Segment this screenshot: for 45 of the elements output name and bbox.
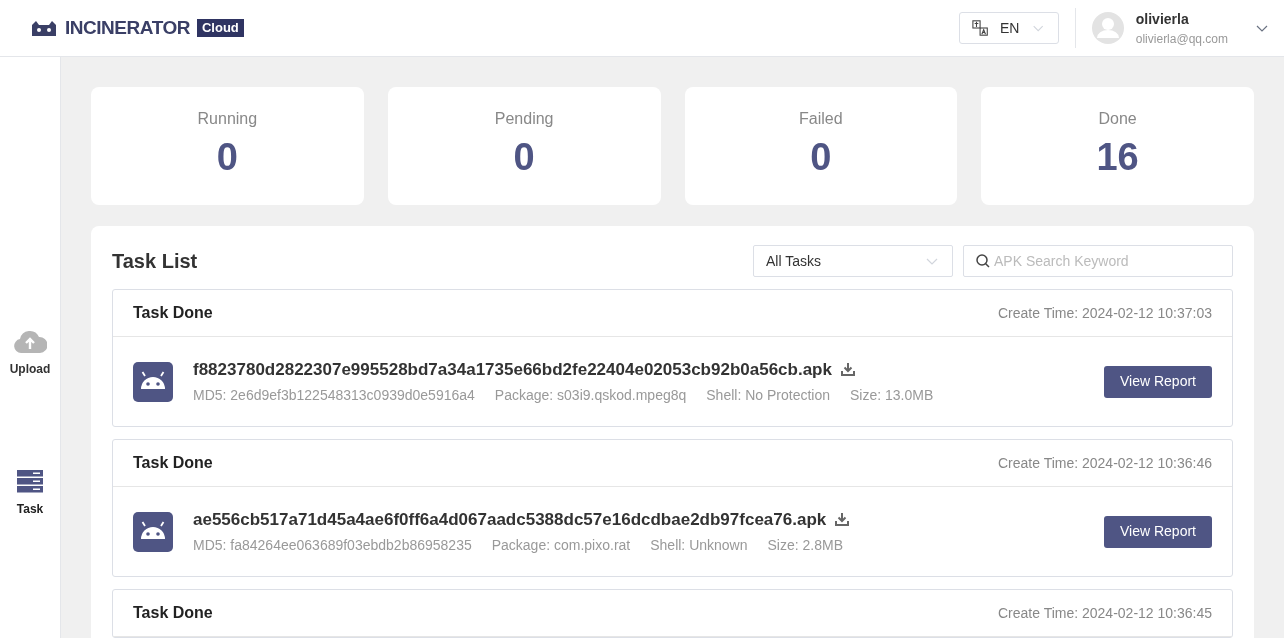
sidebar-item[interactable]: Task	[16, 470, 44, 518]
cloud-upload-icon	[13, 330, 47, 354]
panel-title: Task List	[112, 249, 198, 274]
android-icon	[133, 361, 173, 402]
md5-text: MD5: 2e6d9ef3b122548313c0939d0e5916a4	[193, 386, 475, 406]
search-field[interactable]: APK Search Keyword	[963, 245, 1233, 277]
android-icon	[133, 511, 173, 552]
stat-label: Running	[197, 109, 258, 129]
package-text: Package: s03i9.qskod.mpeg8q	[494, 386, 687, 406]
logo-icon	[31, 19, 57, 37]
server-stack-icon	[17, 470, 43, 494]
task-status: Task Done	[133, 303, 213, 323]
brand-badge: Cloud	[196, 19, 244, 37]
shell-text: Shell: Unknown	[650, 536, 748, 556]
shell-text: Shell: No Protection	[706, 386, 830, 406]
task-status: Task Done	[133, 603, 213, 623]
user-name: olivierla	[1135, 9, 1190, 29]
stat-label: Pending	[494, 109, 554, 129]
search-icon	[976, 254, 990, 268]
view-report-button[interactable]: View Report	[1104, 365, 1212, 398]
file-name: ae556cb517a71d45a4ae6f0ff6a4d067aadc5388dc57e16dcdbae2db97fcea76.apk	[193, 508, 827, 531]
stat-value: 0	[216, 135, 238, 180]
task-status: Task Done	[133, 453, 213, 473]
stat-value: 0	[810, 135, 832, 180]
create-time: Create Time: 2024-02-12 10:36:46	[997, 453, 1212, 473]
size-text: Size: 2.8MB	[767, 536, 843, 556]
package-text: Package: com.pixo.rat	[491, 536, 631, 556]
user-email: olivierla@qq.com	[1135, 30, 1228, 48]
download-icon[interactable]	[834, 512, 851, 527]
size-text: Size: 13.0MB	[850, 386, 934, 406]
view-report-button[interactable]: View Report	[1104, 515, 1212, 548]
download-icon[interactable]	[839, 362, 856, 377]
md5-text: MD5: fa84264ee063689f03ebdb2b86958235	[193, 536, 472, 556]
stat-value: 16	[1096, 135, 1139, 180]
sidebar-item[interactable]: Upload	[9, 330, 51, 378]
create-time: Create Time: 2024-02-12 10:37:03	[997, 303, 1212, 323]
create-time: Create Time: 2024-02-12 10:36:45	[997, 603, 1212, 623]
language-select[interactable]: EN	[958, 12, 1059, 44]
translate-icon	[971, 19, 988, 37]
stat-value: 0	[513, 135, 535, 180]
brand-name: INCINERATOR	[65, 15, 190, 40]
stat-label: Failed	[799, 109, 843, 129]
task-filter-select[interactable]: All Tasks	[753, 245, 953, 277]
stat-label: Done	[1098, 109, 1137, 129]
file-name: f8823780d2822307e995528bd7a34a1735e66bd2fe22404e02053cb92b0a56cb.apk	[193, 358, 832, 381]
